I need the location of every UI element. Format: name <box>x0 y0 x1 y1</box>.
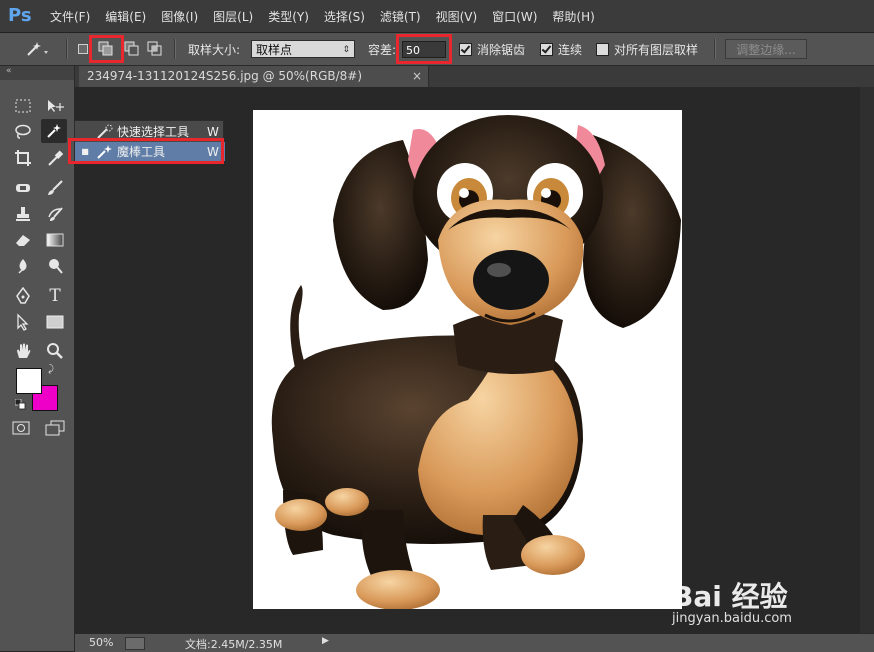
gradient-icon[interactable] <box>42 228 68 252</box>
mode-intersect-selection-button[interactable] <box>147 33 163 65</box>
canvas-workspace[interactable] <box>75 87 874 633</box>
mode-subtract-selection-button[interactable] <box>124 33 140 65</box>
rect-marquee-icon[interactable] <box>10 94 36 118</box>
document-tab[interactable]: 234974-131120124S256.jpg @ 50%(RGB/8#) × <box>79 66 429 87</box>
baidu-watermark: Bai 经验 jingyan.baidu.com <box>672 575 872 635</box>
document-tab-bar: 234974-131120124S256.jpg @ 50%(RGB/8#) × <box>75 66 874 87</box>
sample-size-select[interactable]: 取样点 ⇕ <box>251 40 355 58</box>
magic-wand-icon <box>27 42 48 56</box>
antialias-label: 消除锯齿 <box>477 42 526 57</box>
menu-bar: Ps 文件(F) 编辑(E) 图像(I) 图层(L) 类型(Y) 选择(S) 滤… <box>0 0 874 33</box>
menu-filter[interactable]: 滤镜(T) <box>380 8 421 25</box>
crop-icon[interactable] <box>10 146 36 170</box>
subtract-selection-icon <box>124 41 139 56</box>
swap-colors-icon[interactable]: ⤸ <box>48 364 54 375</box>
separator <box>714 39 716 59</box>
close-icon[interactable]: × <box>412 66 422 87</box>
status-bar: 50% 文档:2.45M/2.35M ▶ <box>75 633 874 652</box>
menu-type[interactable]: 类型(Y) <box>268 8 309 25</box>
photoshop-logo: Ps <box>8 5 32 26</box>
sample-all-layers-label: 对所有图层取样 <box>614 42 699 57</box>
menu-edit[interactable]: 编辑(E) <box>105 8 146 25</box>
tools-panel: « T ⤸ <box>0 66 75 651</box>
menu-layer[interactable]: 图层(L) <box>213 8 253 25</box>
document-tab-title: 234974-131120124S256.jpg @ 50%(RGB/8#) <box>87 69 363 83</box>
eraser-icon[interactable] <box>10 228 36 252</box>
hand-icon[interactable] <box>10 339 36 363</box>
menu-window[interactable]: 窗口(W) <box>492 8 537 25</box>
separator <box>66 39 68 59</box>
menu-view[interactable]: 视图(V) <box>436 8 478 25</box>
history-brush-icon[interactable] <box>42 202 68 226</box>
collapse-icon[interactable]: « <box>6 66 12 76</box>
blur-icon[interactable] <box>10 254 36 278</box>
default-colors-icon[interactable] <box>14 398 26 410</box>
menu-file[interactable]: 文件(F) <box>50 8 90 25</box>
watermark-url: jingyan.baidu.com <box>672 611 792 626</box>
tools-panel-header[interactable]: « <box>0 66 74 80</box>
zoom-level[interactable]: 50% <box>89 636 113 649</box>
play-arrow-icon[interactable]: ▶ <box>322 636 329 646</box>
screen-mode-icon[interactable] <box>42 416 68 440</box>
tolerance-label: 容差: <box>368 42 397 57</box>
menu-items: 文件(F) 编辑(E) 图像(I) 图层(L) 类型(Y) 选择(S) 滤镜(T… <box>50 0 610 32</box>
highlight-add-mode <box>89 35 124 63</box>
quick-mask-icon[interactable] <box>8 416 34 440</box>
options-bar: 取样大小: 取样点 ⇕ 容差: 50 消除锯齿 连续 对所有图层取样 调整边缘.… <box>0 33 874 66</box>
contiguous-label: 连续 <box>558 42 583 57</box>
menu-image[interactable]: 图像(I) <box>161 8 198 25</box>
vertical-scrollbar[interactable] <box>860 87 874 633</box>
spinner-arrows-icon: ⇕ <box>342 45 350 55</box>
sample-size-value: 取样点 <box>256 43 293 57</box>
sample-all-layers-option[interactable]: 对所有图层取样 <box>596 33 698 65</box>
magic-wand-icon[interactable] <box>41 119 67 143</box>
flyout-item-shortcut: W <box>207 124 219 139</box>
menu-help[interactable]: 帮助(H) <box>552 8 594 25</box>
rectangle-shape-icon[interactable] <box>42 310 68 334</box>
brush-icon[interactable] <box>42 176 68 200</box>
sample-size-label: 取样大小: <box>188 42 241 57</box>
new-selection-icon <box>78 44 88 54</box>
path-select-icon[interactable] <box>10 310 36 334</box>
tool-preset-picker[interactable] <box>22 33 48 65</box>
refine-edge-button[interactable]: 调整边缘... <box>725 39 807 59</box>
highlight-tolerance <box>396 34 452 64</box>
clone-stamp-icon[interactable] <box>10 202 36 226</box>
menu-select[interactable]: 选择(S) <box>324 8 365 25</box>
mode-new-selection-button[interactable] <box>78 33 88 65</box>
separator <box>174 39 176 59</box>
eyedropper-icon[interactable] <box>42 146 68 170</box>
intersect-selection-icon <box>147 41 162 56</box>
document-canvas[interactable] <box>253 110 682 609</box>
proof-icon <box>125 637 145 650</box>
dodge-icon[interactable] <box>42 254 68 278</box>
contiguous-option[interactable]: 连续 <box>540 33 582 65</box>
antialias-option[interactable]: 消除锯齿 <box>459 33 525 65</box>
watermark-brand: Bai 经验 <box>672 580 788 613</box>
healing-icon[interactable] <box>10 176 36 200</box>
sample-all-layers-checkbox[interactable] <box>596 42 609 56</box>
zoom-icon[interactable] <box>42 339 68 363</box>
antialias-checkbox[interactable] <box>459 42 472 56</box>
pen-icon[interactable] <box>10 284 36 308</box>
dachshund-illustration <box>271 115 681 609</box>
lasso-icon[interactable] <box>10 120 36 144</box>
highlight-magic-wand <box>68 138 224 164</box>
type-icon[interactable]: T <box>42 284 68 308</box>
contiguous-checkbox[interactable] <box>540 42 553 56</box>
foreground-color-swatch[interactable] <box>16 368 42 394</box>
document-size: 文档:2.45M/2.35M <box>185 638 283 651</box>
move-icon[interactable] <box>42 94 68 118</box>
